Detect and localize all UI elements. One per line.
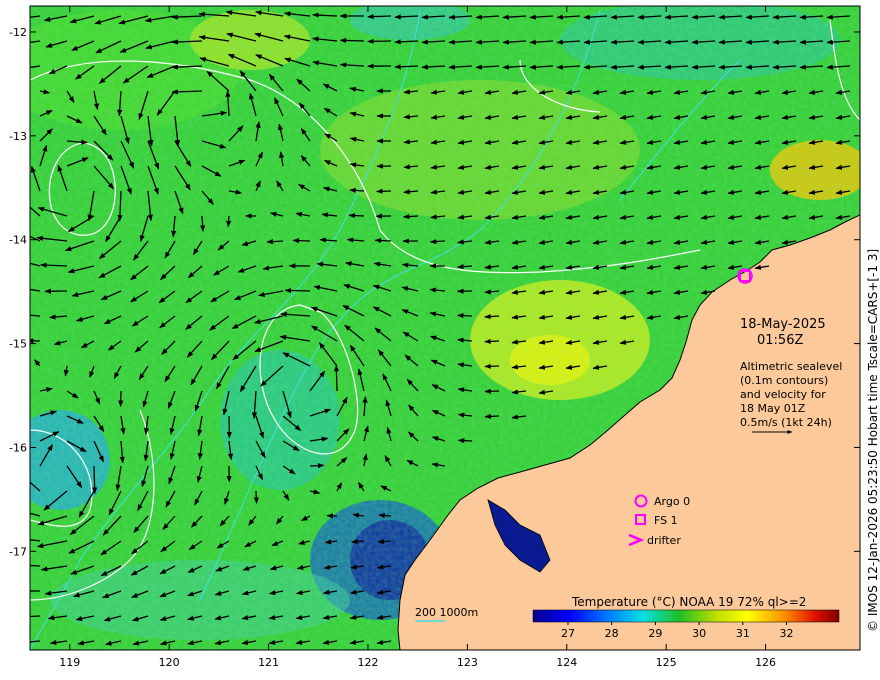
lon-tick-label: 126 (755, 656, 776, 669)
velocity-arrow (402, 213, 419, 220)
velocity-arrow (348, 212, 365, 219)
sst-velocity-map-figure: 119 120 121 122 123 124 125 126 -12 -13 -14 -15 -16… (9, 5, 880, 669)
isobath-label: 200 1000m (415, 606, 478, 619)
velocity-arrow (333, 364, 340, 392)
lon-tick-label: 124 (556, 656, 577, 669)
annotation-line-3: and velocity for (740, 388, 826, 401)
velocity-arrow (92, 465, 98, 494)
colorbar-tick-label: 29 (648, 627, 662, 640)
legend-drifter: drifter (647, 534, 681, 547)
lat-tick-label: -14 (9, 234, 27, 247)
lat-tick-label: -15 (9, 338, 27, 351)
lon-tick-label: 123 (457, 656, 478, 669)
velocity-arrow (456, 313, 473, 319)
velocity-arrow (376, 188, 392, 194)
annotation-date: 18-May-2025 (740, 317, 826, 332)
lon-tick-label: 120 (159, 656, 180, 669)
isobath-legend: 200 1000m (415, 606, 478, 622)
colorbar-title: Temperature (°C) NOAA 19 72% ql>=2 (571, 595, 806, 609)
velocity-arrow (253, 490, 259, 504)
velocity-arrow (378, 512, 392, 519)
velocity-arrow (30, 615, 41, 618)
velocity-arrow (284, 287, 311, 294)
credit-text: © IMOS 12-Jan-2026 05:23:50 Hobart time … (866, 249, 880, 632)
annotation-line-5: 0.5m/s (1kt 24h) (740, 416, 832, 429)
velocity-arrow (429, 238, 446, 245)
colorbar-tick-label: 31 (736, 627, 750, 640)
velocity-arrow (484, 338, 500, 345)
colorbar-tick-label: 28 (605, 627, 619, 640)
annotation-line-2: (0.1m contours) (740, 374, 828, 387)
lon-tick-label: 121 (258, 656, 279, 669)
velocity-arrow (457, 438, 473, 444)
legend-fs: FS 1 (654, 514, 678, 527)
velocity-arrow (374, 237, 392, 244)
annotation-line-1: Altimetric sealevel (740, 360, 842, 373)
velocity-arrow (309, 463, 325, 469)
lat-tick-label: -17 (9, 545, 27, 558)
annotation-line-4: 18 May 01Z (740, 402, 806, 415)
lat-tick-label: -16 (9, 441, 27, 454)
velocity-arrow (226, 215, 232, 228)
legend-argo: Argo 0 (654, 495, 690, 508)
annotation-time: 01:56Z (757, 333, 803, 348)
colorbar-tick-label: 30 (692, 627, 706, 640)
lon-tick-label: 125 (656, 656, 677, 669)
velocity-arrow (484, 388, 500, 394)
colorbar-gradient (532, 609, 840, 623)
lon-tick-label: 119 (59, 656, 80, 669)
colorbar-tick-label: 32 (780, 627, 794, 640)
velocity-arrow (292, 238, 311, 244)
lon-tick-label: 122 (357, 656, 378, 669)
lat-tick-label: -13 (9, 130, 27, 143)
velocity-arrow (367, 13, 392, 20)
lat-tick-label: -12 (9, 26, 27, 39)
velocity-arrow (339, 37, 365, 44)
velocity-arrow (484, 363, 500, 369)
colorbar-tick-label: 27 (561, 627, 575, 640)
velocity-arrow (484, 413, 500, 420)
velocity-arrow (367, 38, 392, 44)
